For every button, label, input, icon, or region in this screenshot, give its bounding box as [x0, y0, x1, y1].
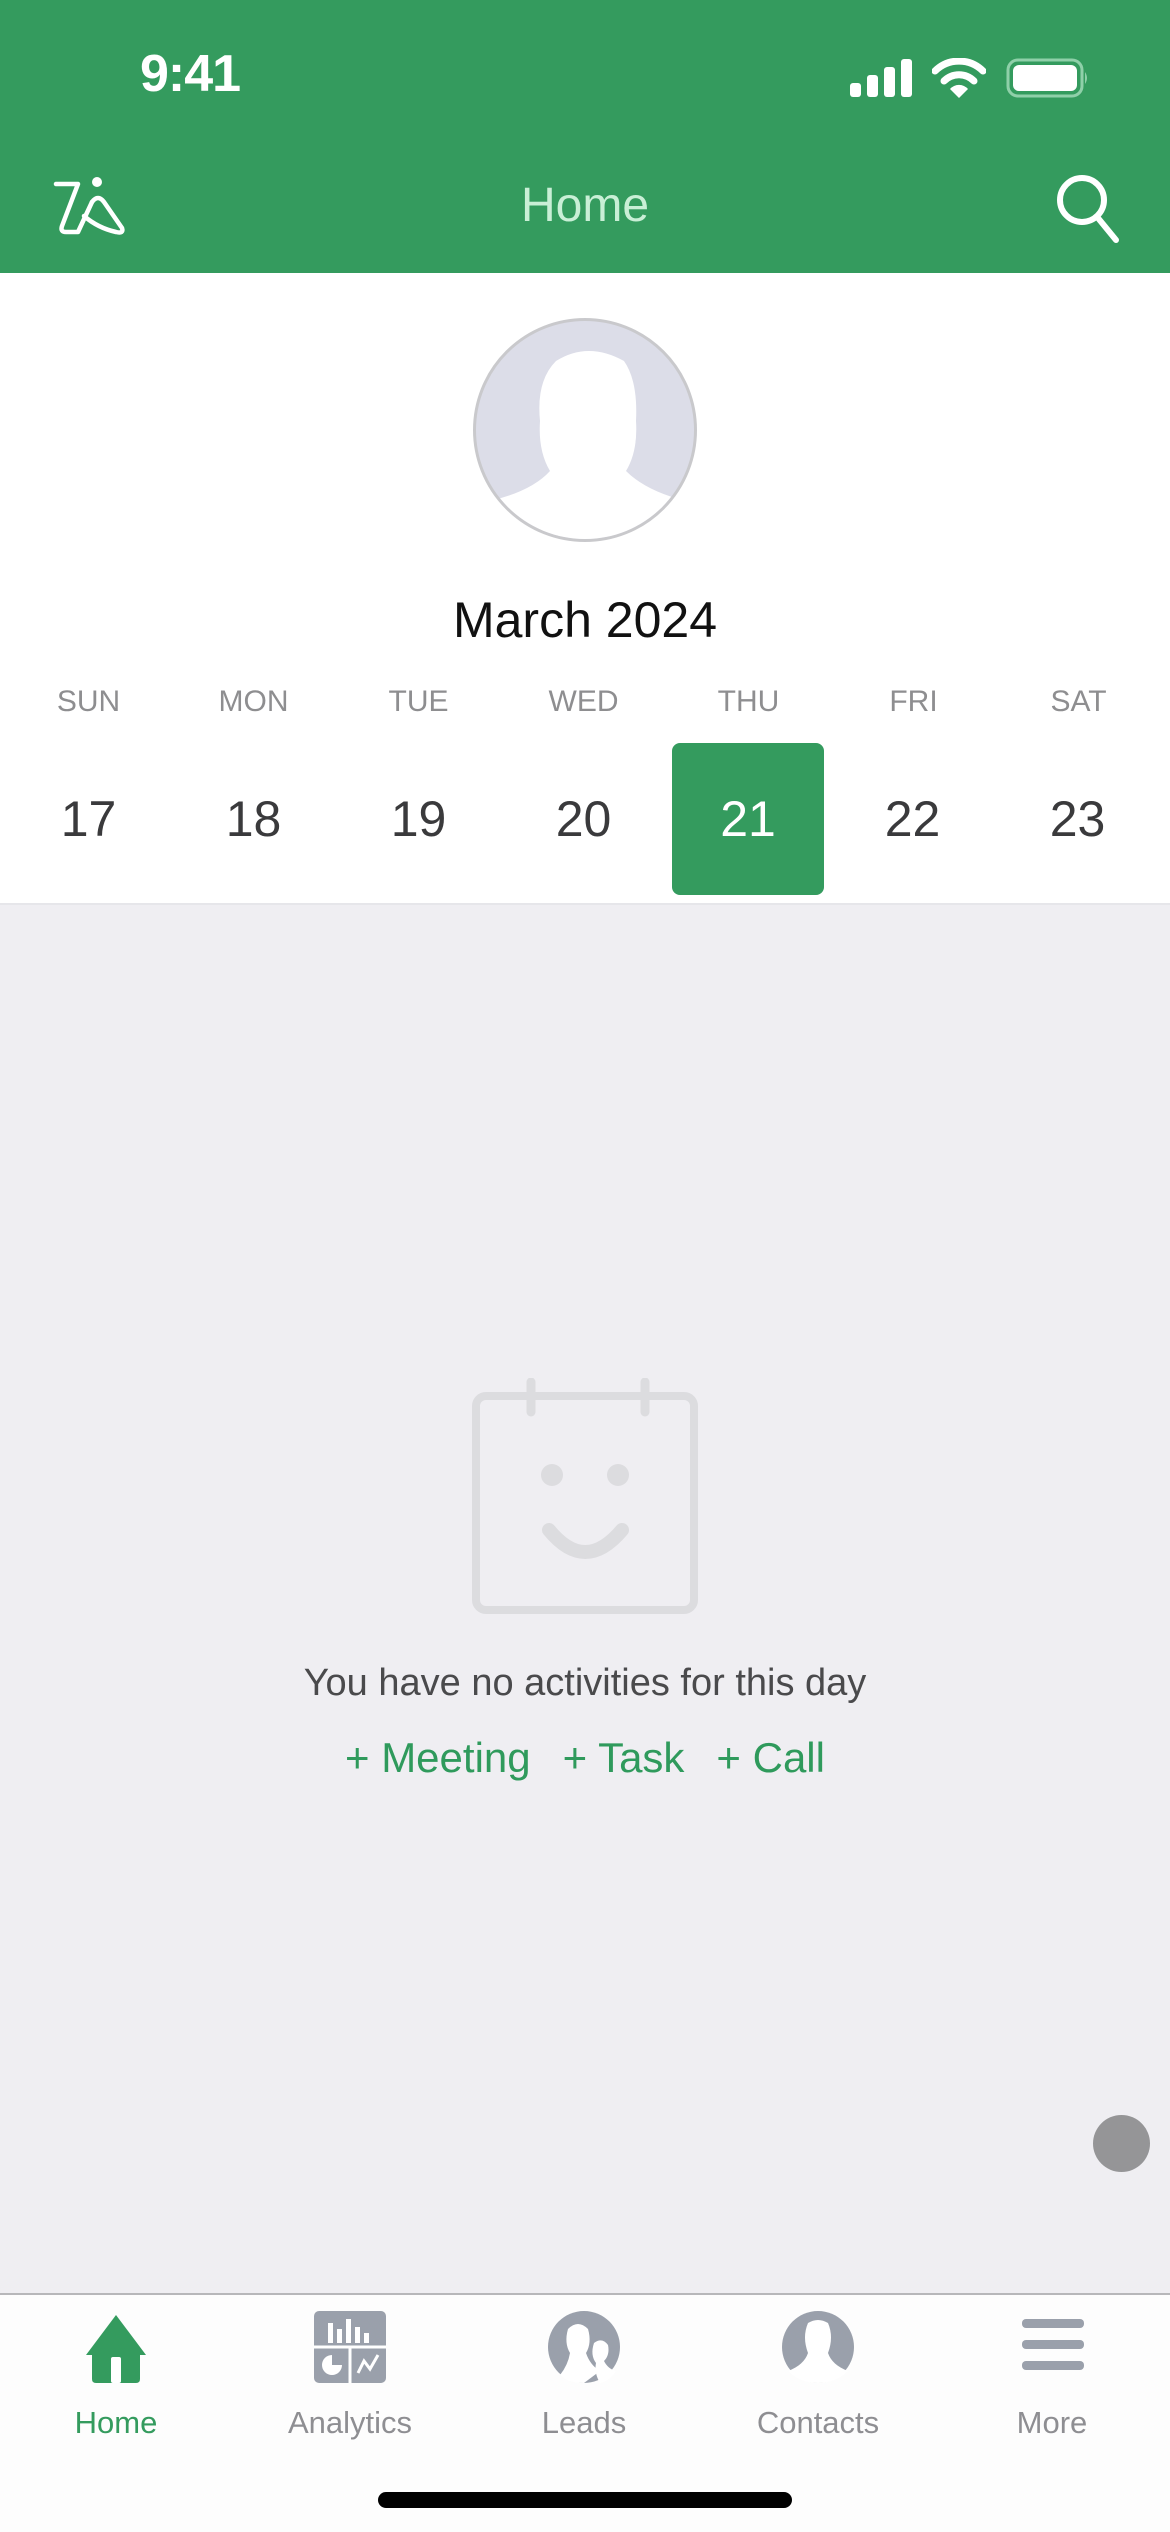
weekday-label: TUE	[388, 685, 449, 718]
tab-leads[interactable]: Leads	[484, 2309, 684, 2441]
empty-state-message: You have no activities for this day	[303, 1662, 867, 1704]
contacts-icon	[782, 2311, 854, 2383]
add-meeting-button[interactable]: + Meeting	[345, 1734, 531, 1782]
date-cell[interactable]: 20	[501, 743, 666, 895]
weekday-label: MON	[218, 685, 289, 718]
menu-icon	[1022, 2319, 1084, 2370]
tab-analytics[interactable]: Analytics	[250, 2309, 450, 2441]
home-icon	[86, 2315, 146, 2383]
floating-assistive-button[interactable]	[1093, 2115, 1150, 2172]
date-cell[interactable]: 19	[336, 743, 501, 895]
weekday-row: SUN MON TUE WED THU FRI SAT	[0, 685, 1170, 719]
status-time: 9:41	[140, 45, 241, 103]
tab-home[interactable]: Home	[16, 2309, 216, 2441]
analytics-icon	[314, 2311, 386, 2383]
tab-more[interactable]: More	[952, 2309, 1152, 2441]
date-cell-selected[interactable]: 21	[672, 743, 824, 895]
add-task-button[interactable]: + Task	[563, 1734, 685, 1782]
cellular-signal-icon	[850, 59, 912, 97]
calendar-smile-icon	[472, 1378, 698, 1614]
search-icon[interactable]	[1054, 172, 1122, 244]
tab-contacts[interactable]: Contacts	[718, 2309, 918, 2441]
date-row: 17 18 19 20 21 22 23	[0, 743, 1170, 895]
tab-label: Analytics	[287, 2405, 413, 2440]
quick-actions: + Meeting + Task + Call	[0, 1734, 1170, 1782]
weekday-label: SUN	[56, 685, 121, 718]
battery-icon	[1006, 58, 1087, 98]
status-icons	[850, 58, 1090, 98]
date-cell[interactable]: 18	[171, 743, 336, 895]
month-label[interactable]: March 2024	[0, 591, 1170, 649]
weekday-label: FRI	[889, 685, 938, 718]
week-calendar: March 2024 SUN MON TUE WED THU FRI SAT 1…	[0, 273, 1170, 905]
date-cell[interactable]: 17	[6, 743, 171, 895]
tab-label: More	[1016, 2405, 1088, 2440]
wifi-icon	[932, 58, 986, 98]
tab-label: Leads	[541, 2405, 627, 2440]
weekday-label: WED	[548, 685, 619, 718]
weekday-label: THU	[717, 685, 780, 718]
date-cell[interactable]: 22	[830, 743, 995, 895]
page-title: Home	[520, 179, 650, 232]
home-indicator	[378, 2492, 792, 2508]
weekday-label: SAT	[1050, 685, 1107, 718]
date-cell[interactable]: 23	[995, 743, 1160, 895]
tab-label: Contacts	[756, 2405, 880, 2440]
avatar[interactable]	[473, 318, 697, 542]
leads-icon	[548, 2311, 620, 2383]
user-silhouette-icon	[486, 351, 690, 539]
app-header: 9:41 Home	[0, 0, 1170, 273]
tab-label: Home	[74, 2405, 158, 2440]
add-call-button[interactable]: + Call	[716, 1734, 825, 1782]
